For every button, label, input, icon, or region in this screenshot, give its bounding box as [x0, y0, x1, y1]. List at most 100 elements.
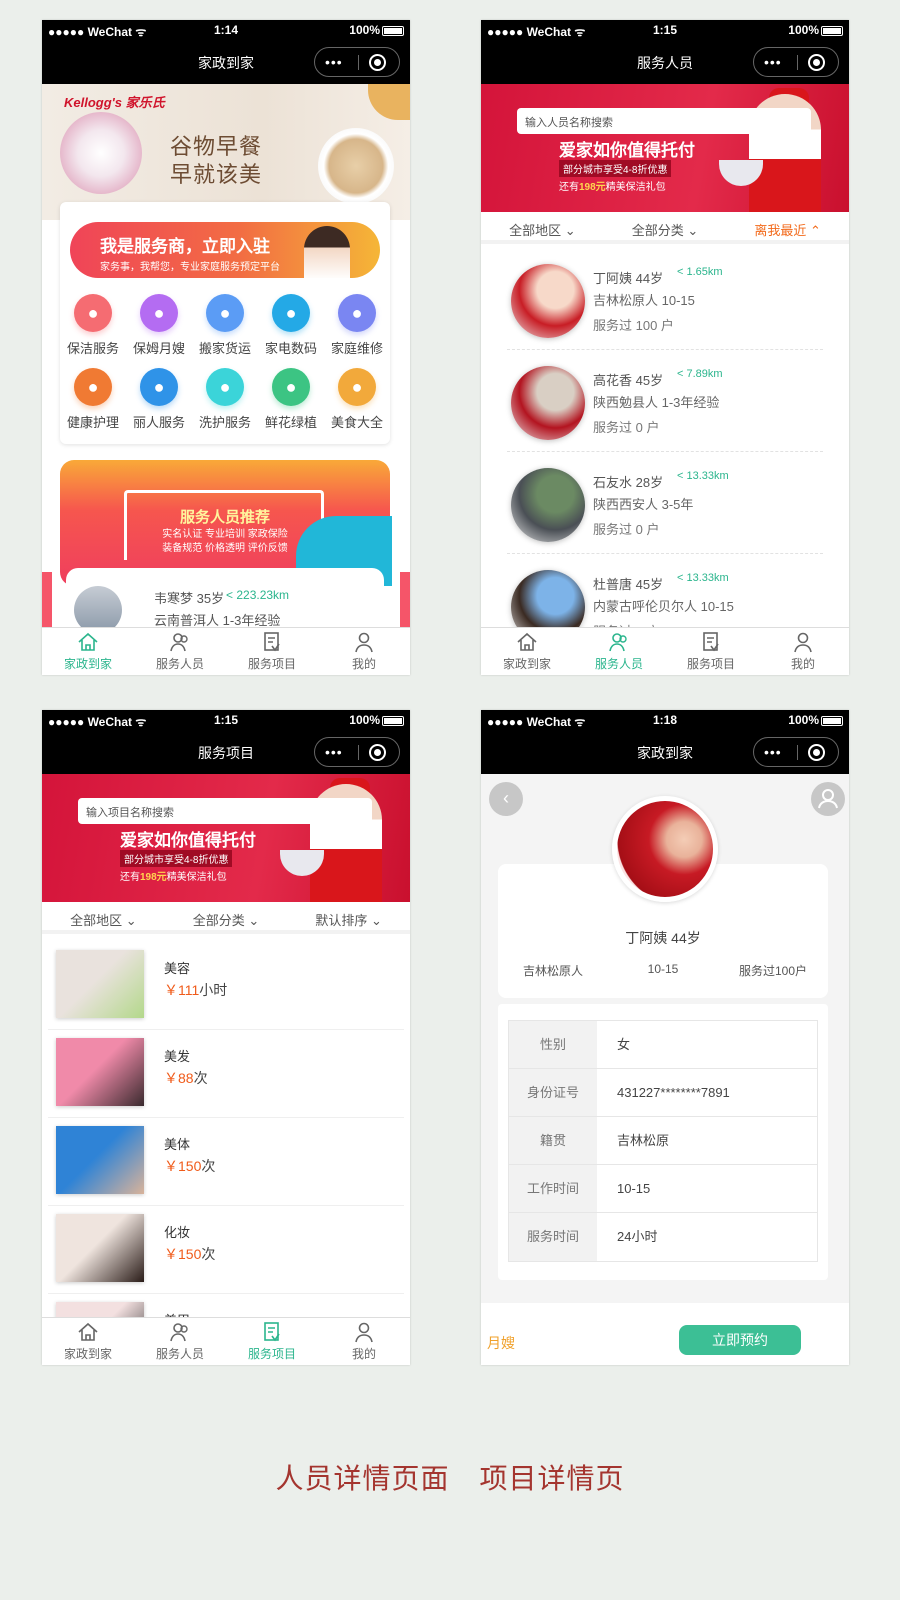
info-row: 性别 女 — [509, 1021, 817, 1069]
recommend-subtitle: 实名认证 专业培训 家政保险 装备规范 价格透明 评价反馈 — [60, 528, 390, 556]
person-name: 韦寒梦 35岁 — [154, 591, 225, 606]
filter-region[interactable]: 全部地区 ⌄ — [42, 902, 165, 930]
info-row: 工作时间 10-15 — [509, 1165, 817, 1213]
caption-staff-detail: 人员详情页面 — [275, 1462, 450, 1495]
service-list-item[interactable]: 美容 ￥111小时 — [48, 942, 404, 1030]
user-icon[interactable] — [811, 782, 845, 816]
battery-icon — [382, 716, 404, 726]
capsule-divider — [358, 55, 359, 70]
join-provider-banner[interactable]: 我是服务商，立即入驻 家务事，我帮您，专业家庭服务预定平台 — [70, 222, 380, 278]
staff-icon — [134, 1321, 226, 1343]
service-item[interactable]: ● 保洁服务 — [60, 290, 126, 364]
tab-items[interactable]: 服务项目 — [226, 628, 318, 675]
info-key: 身份证号 — [509, 1069, 597, 1116]
mini-program-capsule[interactable]: ••• — [753, 47, 839, 77]
search-input[interactable]: 输入项目名称搜索 — [78, 798, 372, 824]
ad-banner[interactable]: 输入人员名称搜索 爱家如你值得托付 部分城市享受4-8折优惠 还有198元精美保… — [481, 84, 849, 212]
mini-program-capsule[interactable]: ••• — [314, 737, 400, 767]
filter-region[interactable]: 全部地区 ⌄ — [481, 212, 604, 240]
service-item[interactable]: ● 搬家货运 — [192, 290, 258, 364]
service-item[interactable]: ● 家电数码 — [258, 290, 324, 364]
tab-mine[interactable]: 我的 — [757, 628, 849, 675]
service-item[interactable]: ● 洗护服务 — [192, 364, 258, 438]
search-input[interactable]: 输入人员名称搜索 — [517, 108, 811, 134]
tab-items[interactable]: 服务项目 — [226, 1318, 318, 1365]
staff-distance: < 13.33km — [677, 572, 729, 584]
more-icon[interactable]: ••• — [325, 744, 343, 760]
service-item[interactable]: ● 保姆月嫂 — [126, 290, 192, 364]
tab-home[interactable]: 家政到家 — [481, 628, 573, 675]
staff-list-item[interactable]: 高花香 45岁 < 7.89km 陕西勉县人 1-3年经验 服务过 0 户 — [507, 350, 823, 452]
filter-category[interactable]: 全部分类 ⌄ — [165, 902, 288, 930]
battery-level: 100% — [349, 713, 380, 727]
filter-sort[interactable]: 默认排序 ⌄ — [287, 902, 410, 930]
service-label: 健康护理 — [66, 415, 119, 430]
tab-staff[interactable]: 服务人员 — [134, 628, 226, 675]
price-unit: 次 — [201, 1246, 216, 1262]
staff-list-item[interactable]: 石友水 28岁 < 13.33km 陕西西安人 3-5年 服务过 0 户 — [507, 452, 823, 554]
nav-bar: 服务人员 ••• — [481, 40, 849, 84]
filter-nearest[interactable]: 离我最近 ⌃ — [726, 212, 849, 240]
service-price: ￥88次 — [164, 1068, 208, 1088]
tab-home[interactable]: 家政到家 — [42, 1318, 134, 1365]
service-label: 家电数码 — [264, 341, 317, 356]
service-label: 保姆月嫂 — [132, 341, 185, 356]
spray-icon: ● — [74, 294, 112, 332]
tab-staff[interactable]: 服务人员 — [134, 1318, 226, 1365]
service-list-item[interactable]: 化妆 ￥150次 — [48, 1206, 404, 1294]
mini-program-capsule[interactable]: ••• — [753, 737, 839, 767]
cereal-bowl-image — [60, 112, 142, 194]
service-label: 美食大全 — [330, 415, 383, 430]
close-target-icon[interactable] — [808, 744, 825, 761]
tab-mine[interactable]: 我的 — [318, 628, 410, 675]
nav-bar: 家政到家 ••• — [481, 730, 849, 774]
staff-list-item[interactable]: 丁阿姨 44岁 < 1.65km 吉林松原人 10-15 服务过 100 户 — [507, 248, 823, 350]
service-item[interactable]: ● 美食大全 — [324, 364, 390, 438]
ad-headline: 爱家如你值得托付 — [120, 831, 256, 850]
tab-staff[interactable]: 服务人员 — [573, 628, 665, 675]
info-value: 女 — [617, 1037, 631, 1052]
tab-mine[interactable]: 我的 — [318, 1318, 410, 1365]
back-icon[interactable]: ‹ — [489, 782, 523, 816]
service-list-item[interactable]: 美发 ￥88次 — [48, 1030, 404, 1118]
tab-home[interactable]: 家政到家 — [42, 628, 134, 675]
flower-icon: ● — [272, 368, 310, 406]
avatar — [511, 366, 585, 440]
service-list-item[interactable]: 美体 ￥150次 — [48, 1118, 404, 1206]
service-item[interactable]: ● 家庭维修 — [324, 290, 390, 364]
tab-items[interactable]: 服务项目 — [665, 628, 757, 675]
service-item[interactable]: ● 丽人服务 — [126, 364, 192, 438]
close-target-icon[interactable] — [808, 54, 825, 71]
filter-category[interactable]: 全部分类 ⌄ — [604, 212, 727, 240]
mini-program-capsule[interactable]: ••• — [314, 47, 400, 77]
book-now-button[interactable]: 立即预约 — [679, 1325, 801, 1355]
close-target-icon[interactable] — [369, 54, 386, 71]
honey-image — [368, 84, 410, 120]
service-item[interactable]: ● 鲜花绿植 — [258, 364, 324, 438]
tab-label: 服务项目 — [247, 657, 296, 671]
page-caption: 人员详情页面 项目详情页 — [0, 1457, 900, 1497]
ad-banner[interactable]: 输入项目名称搜索 爱家如你值得托付 部分城市享受4-8折优惠 还有198元精美保… — [42, 774, 410, 902]
staff-served-count: 服务过 0 户 — [593, 522, 660, 537]
ad-gift: 还有198元精美保洁礼包 — [120, 868, 227, 883]
close-target-icon[interactable] — [369, 744, 386, 761]
promo-banner[interactable]: Kellogg's 家乐氏 谷物早餐 早就该美 — [42, 84, 410, 220]
nav-bar: 家政到家 ••• — [42, 40, 410, 84]
service-price: ￥150次 — [164, 1156, 215, 1176]
ad-gift-prefix: 还有 — [559, 182, 579, 193]
items-screen: ●●●●● WeChat ᯤ 1:15 100% 服务项目 ••• 输入项目名称… — [42, 710, 410, 1365]
info-row: 服务时间 24小时 — [509, 1213, 817, 1261]
decor-left — [42, 572, 52, 628]
avatar — [511, 468, 585, 542]
user-glyph — [818, 789, 838, 809]
price-value: ￥88 — [164, 1070, 194, 1086]
more-icon[interactable]: ••• — [325, 54, 343, 70]
capsule-divider — [358, 745, 359, 760]
brand-logo: Kellogg's 家乐氏 — [64, 95, 165, 110]
battery-level: 100% — [788, 713, 819, 727]
staff-served-count: 服务过 100 户 — [593, 318, 674, 333]
service-item[interactable]: ● 健康护理 — [60, 364, 126, 438]
more-icon[interactable]: ••• — [764, 744, 782, 760]
staff-icon — [573, 631, 665, 653]
more-icon[interactable]: ••• — [764, 54, 782, 70]
